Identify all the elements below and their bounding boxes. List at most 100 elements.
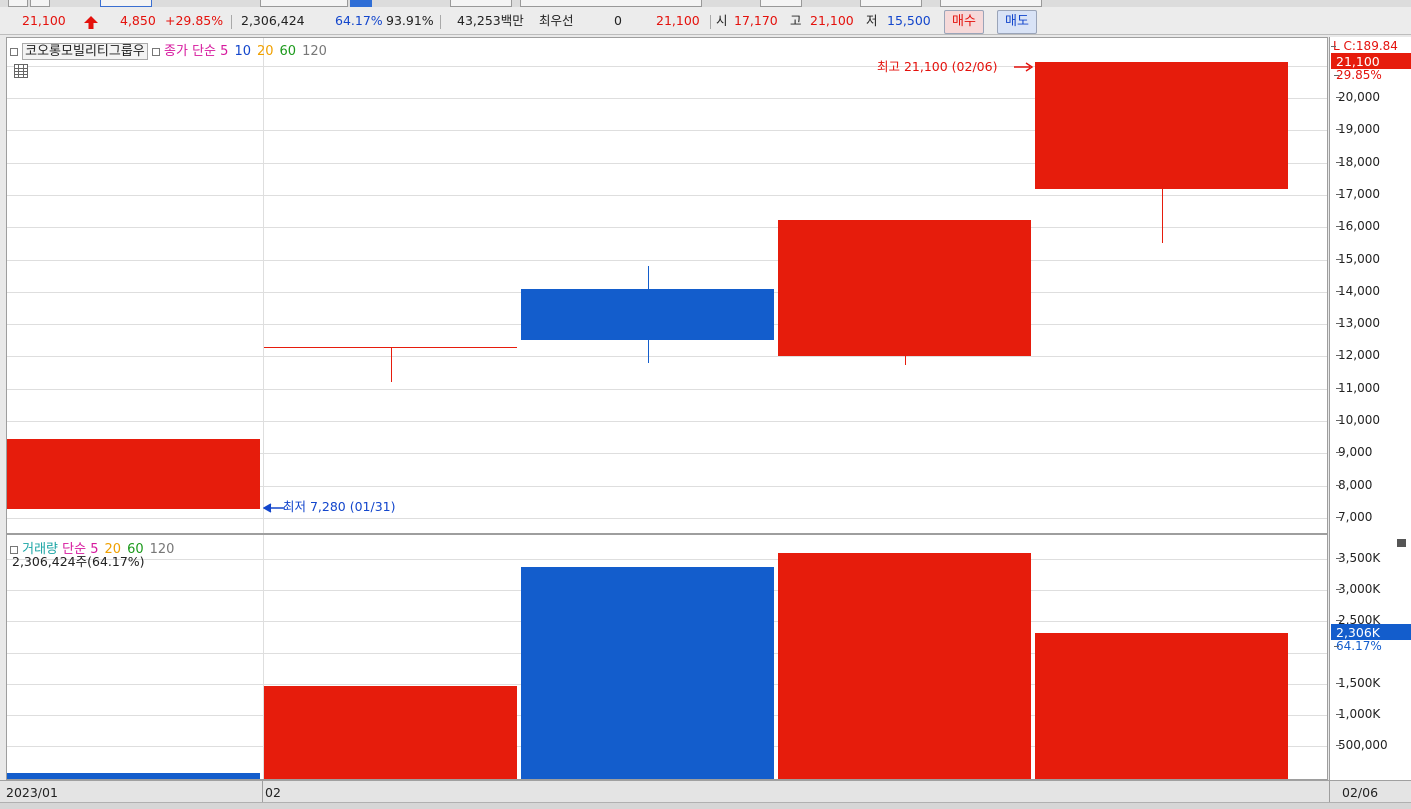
toolbar-button[interactable] — [260, 0, 348, 7]
grid-line — [7, 559, 1327, 560]
grid-line — [7, 421, 1327, 423]
best-price: 21,100 — [656, 13, 700, 28]
right-arrow-icon — [1014, 62, 1034, 72]
panel-close-icon[interactable] — [1397, 539, 1406, 547]
volume-axis[interactable]: 3,500K 3,000K 2,500K 1,500K 1,000K 500,000 2,… — [1329, 534, 1411, 780]
date-axis: 2023/01 02 02/06 — [0, 780, 1411, 803]
low-price: 15,500 — [887, 13, 931, 28]
price-tick-label: 13,000 — [1336, 316, 1380, 331]
volume-tick-label: 500,000 — [1336, 738, 1388, 752]
legend-ma-20: 20 — [256, 44, 274, 59]
legend-toggle-icon[interactable] — [151, 47, 160, 56]
price-tick-label: 11,000 — [1336, 380, 1380, 395]
volume-ma-120: 120 — [149, 542, 175, 557]
volume-bar-02/03 — [778, 553, 1031, 779]
high-label: 고 — [790, 13, 802, 28]
grid-line — [7, 259, 1327, 261]
up-arrow-icon — [84, 16, 98, 29]
price-pct-tag: 29.85% — [1334, 68, 1382, 82]
candle-body-02/03 — [778, 219, 1031, 357]
grid-line — [7, 227, 1327, 229]
grid-line — [7, 356, 1327, 358]
high-price: 21,100 — [810, 13, 854, 28]
toolbar-button[interactable] — [350, 0, 372, 7]
date-label-last: 02/06 — [1342, 785, 1379, 800]
price-tick-label: 7,000 — [1335, 510, 1373, 524]
legend-ma-10: 10 — [234, 44, 251, 59]
price-tick-label: 16,000 — [1336, 219, 1380, 234]
volume-value: 2,306,424 — [241, 13, 305, 28]
price-tick-label: 18,000 — [1336, 154, 1380, 169]
volume-bar-02/02 — [521, 567, 774, 779]
open-price: 17,170 — [734, 13, 778, 28]
price-chart-panel[interactable]: 코오롱모빌리티그룹우 종가 단순 5 10 20 60 120 최고 21,100 (0… — [6, 37, 1328, 534]
best-qty: 0 — [614, 13, 622, 28]
best-label: 최우선 — [539, 13, 574, 28]
legend-simple-label: 단순 — [192, 44, 217, 59]
rate-value: 93.91% — [386, 13, 434, 28]
price-tick-label: 19,000 — [1336, 122, 1380, 137]
stock-name[interactable]: 코오롱모빌리티그룹우 — [22, 43, 148, 60]
price-tick-label: 8,000 — [1335, 477, 1373, 492]
toolbar-button[interactable] — [940, 0, 1042, 7]
left-arrow-icon — [263, 503, 285, 513]
quote-bar: 21,100 4,850 +29.85% 2,306,424 64.17% 93… — [0, 7, 1411, 35]
volume-bar-02/06 — [1035, 633, 1288, 779]
price-tick-label: 15,000 — [1336, 251, 1380, 266]
grid-table-icon[interactable] — [14, 64, 28, 78]
legend-ma-5: 5 — [220, 44, 229, 59]
volume-tick-label: 3,500K — [1335, 551, 1381, 565]
low-annotation: 최저 7,280 (01/31) — [283, 499, 396, 514]
price-tick-label: 20,000 — [1336, 90, 1380, 104]
toolbar-button[interactable] — [760, 0, 802, 7]
price-tick-label: 14,000 — [1336, 283, 1380, 298]
candle-body-01/31 — [7, 438, 260, 509]
price-tick-label: 9,000 — [1335, 445, 1373, 460]
toolbar-button[interactable] — [8, 0, 28, 7]
volume-ratio: 64.17% — [335, 13, 383, 28]
price-axis[interactable]: 20,000 19,000 18,000 17,000 16,000 15,000 14,0… — [1329, 37, 1411, 534]
volume-chart-panel[interactable]: 거래량 단순 5 20 60 120 2,306,424주(64.17%) — [6, 534, 1328, 780]
toolbar-button[interactable] — [860, 0, 922, 7]
candle-body-02/01 — [264, 346, 517, 348]
legend-toggle-icon[interactable] — [10, 545, 18, 554]
price-tick-label: 10,000 — [1336, 413, 1380, 428]
legend-toggle-icon[interactable] — [10, 47, 18, 56]
candle-body-02/06 — [1035, 62, 1288, 190]
legend-ma-60: 60 — [279, 44, 297, 59]
date-label-start: 2023/01 — [6, 785, 58, 800]
open-label: 시 — [716, 13, 728, 28]
volume-bar-02/01 — [264, 685, 517, 779]
price-legend: 코오롱모빌리티그룹우 종가 단순 5 10 20 60 120 — [10, 40, 333, 60]
volume-tick-label: 3,000K — [1335, 582, 1381, 597]
current-price: 21,100 — [22, 13, 66, 28]
toolbar-button[interactable] — [100, 0, 152, 7]
candle-body-02/02 — [521, 288, 774, 341]
trade-amount: 43,253백만 — [457, 13, 524, 28]
volume-tick-label: 1,500K — [1335, 675, 1381, 690]
grid-line — [7, 194, 1327, 196]
price-tick-label: 12,000 — [1336, 348, 1380, 363]
price-tick-label: 17,000 — [1336, 186, 1380, 201]
sell-button[interactable]: 매도 — [997, 10, 1037, 34]
toolbar-button[interactable] — [30, 0, 50, 7]
price-change: 4,850 — [120, 13, 156, 28]
date-label-mid: 02 — [265, 785, 281, 800]
volume-bar-01/31 — [7, 773, 260, 779]
volume-pct-tag: 64.17% — [1334, 639, 1382, 653]
current-price-tag: 21,100 — [1331, 53, 1411, 69]
date-divider — [263, 38, 264, 533]
legend-close-label: 종가 — [164, 44, 188, 59]
axis-top-label: L C:189.84 — [1331, 39, 1398, 53]
buy-button[interactable]: 매수 — [944, 10, 984, 34]
candle-wick-02/01 — [391, 346, 392, 383]
toolbar-button[interactable] — [520, 0, 702, 7]
volume-tick-label: 1,000K — [1335, 706, 1381, 721]
grid-line — [7, 518, 1327, 519]
low-label: 저 — [866, 13, 878, 28]
toolbar-button[interactable] — [450, 0, 512, 7]
grid-line — [7, 388, 1327, 390]
current-volume-tag: 2,306K — [1331, 624, 1411, 640]
high-annotation: 최고 21,100 (02/06) — [877, 59, 998, 74]
price-change-pct: +29.85% — [165, 13, 224, 28]
